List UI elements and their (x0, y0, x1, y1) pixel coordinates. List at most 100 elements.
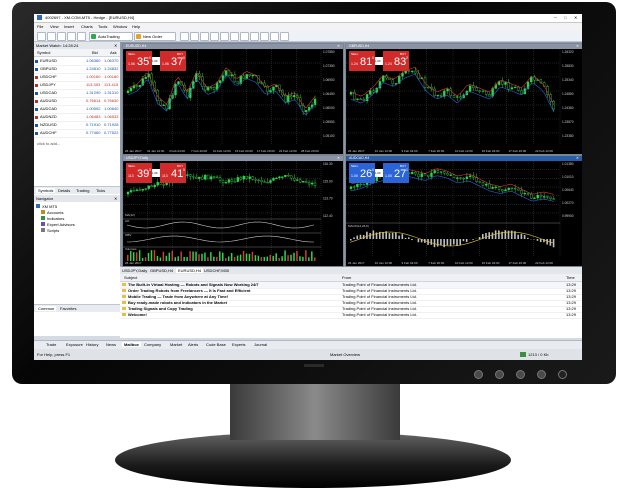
toolbox-tab-trade[interactable]: Trade (46, 342, 56, 347)
tab-ticks[interactable]: Ticks (96, 188, 105, 193)
candle-body (417, 173, 420, 177)
monitor-button-3[interactable] (516, 370, 525, 379)
navigator-item-expert-advisors[interactable]: Expert Advisors (41, 222, 75, 227)
toolbox-tab-exposure[interactable]: Exposure (66, 342, 83, 347)
lot-size-field[interactable]: 1.00 (152, 57, 160, 65)
column-bid[interactable]: Bid (92, 50, 98, 55)
chart-window-usdjpy[interactable]: USDJPY,Daily ✕ 116.30 115.00 113.70 112.40 26 … (122, 155, 344, 267)
candle-chart-icon[interactable] (190, 32, 199, 41)
tab-favorites[interactable]: Favorites (60, 306, 76, 311)
buy-button[interactable]: BUY 1.00 27 1 (383, 163, 409, 183)
maximize-icon[interactable]: □ (564, 15, 566, 20)
zoom-out-icon[interactable] (220, 32, 229, 41)
line-chart-icon[interactable] (200, 32, 209, 41)
chart-tab-usdjpy[interactable]: USDJPY,Daily (122, 268, 147, 273)
lot-size-field[interactable]: 1.00 (375, 169, 383, 177)
chart-window-gbpusd[interactable]: GBPUSD,H4 ✕ 1.26320 1.25830 1.25340 1.24850 1.… (345, 43, 582, 155)
toolbox-tab-journal[interactable]: Journal (254, 342, 267, 347)
sell-button[interactable]: SELL 1.00 26 0 (349, 163, 375, 183)
macd-bar (465, 239, 468, 242)
navigator-item-scripts[interactable]: Scripts (41, 228, 59, 233)
sell-button[interactable]: SELL 1.24 81 0 (349, 51, 375, 71)
navigator-item-xm-mt5[interactable]: XM MT5 (36, 204, 57, 209)
bar-chart-icon[interactable] (180, 32, 189, 41)
candle-body (443, 171, 446, 174)
candle-body (459, 96, 462, 99)
mail-column-time[interactable]: Time (566, 275, 575, 280)
volume-bar (189, 251, 191, 261)
chart-window-eurusd[interactable]: EURUSD,H4 ✕ 1.07850 1.07350 1.06900 1.06450 1.… (122, 43, 344, 155)
chart-window-audcad[interactable]: AUDCAD,H4 ✕ 1.01380 1.01010 1.00640 1.00270 0.… (345, 155, 582, 267)
tab-details[interactable]: Details (58, 188, 70, 193)
indicators-icon[interactable] (260, 32, 269, 41)
sell-button[interactable]: SELL 113 39 3 (126, 163, 152, 183)
ask-cell: 1.31310 (104, 90, 119, 95)
power-button[interactable] (558, 370, 567, 379)
indicator-label: MACD(12,26,9) (348, 224, 369, 228)
chart-tab-usdchf[interactable]: USDCHF,M30 (204, 268, 229, 273)
monitor-button-1[interactable] (474, 370, 483, 379)
toolbox-tab-market[interactable]: Market (170, 342, 182, 347)
column-symbol[interactable]: Symbol (37, 50, 50, 55)
mail-column-subject[interactable]: Subject (124, 275, 137, 280)
navigator-item-accounts[interactable]: Accounts (41, 210, 63, 215)
indicators-icon (41, 216, 45, 220)
candle-body (269, 90, 272, 93)
tab-trading[interactable]: Trading (76, 188, 89, 193)
autotrading-button[interactable]: AutoTrading (89, 32, 133, 41)
lot-size-field[interactable]: 1.00 (152, 169, 160, 177)
buy-button[interactable]: BUY 1.06 37 0 (160, 51, 186, 71)
menu-file[interactable]: File (37, 24, 43, 29)
tile-windows-icon[interactable] (230, 32, 239, 41)
chart-tab-eurusd[interactable]: EURUSD,H4 (176, 268, 204, 273)
chart-shift-icon[interactable] (250, 32, 259, 41)
toolbox-tab-code-base[interactable]: Code Base (206, 342, 226, 347)
new-chart-icon[interactable] (37, 32, 46, 41)
sell-button[interactable]: SELL 1.06 35 0 (126, 51, 152, 71)
menu-insert[interactable]: Insert (64, 24, 74, 29)
macd-bar (391, 232, 394, 239)
candle-body (478, 90, 481, 92)
tab-symbols[interactable]: Symbols (36, 188, 56, 193)
menu-help[interactable]: Help (132, 24, 140, 29)
menu-charts[interactable]: Charts (81, 24, 93, 29)
toolbox-tab-mailbox[interactable]: Mailbox (122, 342, 141, 347)
navigator-close-icon[interactable]: ✕ (114, 196, 117, 201)
profiles-icon[interactable] (47, 32, 56, 41)
macd-bar (404, 237, 407, 239)
periods-icon[interactable] (270, 32, 279, 41)
monitor-button-2[interactable] (495, 370, 504, 379)
column-ask[interactable]: Ask (110, 50, 117, 55)
mail-column-from[interactable]: From (342, 275, 351, 280)
buy-button[interactable]: BUY 113 41 5 (160, 163, 186, 183)
terminal-icon[interactable] (77, 32, 86, 41)
new-order-button[interactable]: New Order (134, 32, 176, 41)
lot-size-field[interactable]: 1.00 (375, 57, 383, 65)
market-watch-icon[interactable] (57, 32, 66, 41)
toolbox-tab-news[interactable]: News (106, 342, 116, 347)
autoscroll-icon[interactable] (240, 32, 249, 41)
time-axis-label: 17 Feb 20:00 (509, 261, 527, 265)
toolbox-tab-alerts[interactable]: Alerts (188, 342, 198, 347)
buy-button[interactable]: BUY 1.24 83 2 (383, 51, 409, 71)
market-watch-close-icon[interactable]: ✕ (114, 43, 117, 48)
toolbox-tab-history[interactable]: History (86, 342, 98, 347)
market-watch-row[interactable]: AUDCHF 0.77460 0.77522 (34, 129, 120, 138)
minimize-icon[interactable]: ─ (554, 15, 557, 20)
menu-tools[interactable]: Tools (98, 24, 107, 29)
tab-common[interactable]: Common (36, 306, 57, 311)
mail-row[interactable]: Welcome! Trading Point of Financial Instr… (120, 312, 582, 319)
navigator-icon[interactable] (67, 32, 76, 41)
chart-tab-gbpusd[interactable]: GBPUSD,H4 (150, 268, 173, 273)
add-symbol-hint[interactable]: click to add... (37, 141, 60, 146)
monitor-button-4[interactable] (537, 370, 546, 379)
mail-from: Trading Point of Financial Instruments L… (342, 294, 417, 299)
templates-icon[interactable] (280, 32, 289, 41)
navigator-item-indicators[interactable]: Indicators (41, 216, 64, 221)
menu-window[interactable]: Window (113, 24, 127, 29)
close-icon[interactable]: ✕ (574, 15, 577, 20)
toolbox-tab-company[interactable]: Company (144, 342, 161, 347)
menu-view[interactable]: View (50, 24, 59, 29)
toolbox-tab-experts[interactable]: Experts (232, 342, 246, 347)
zoom-in-icon[interactable] (210, 32, 219, 41)
